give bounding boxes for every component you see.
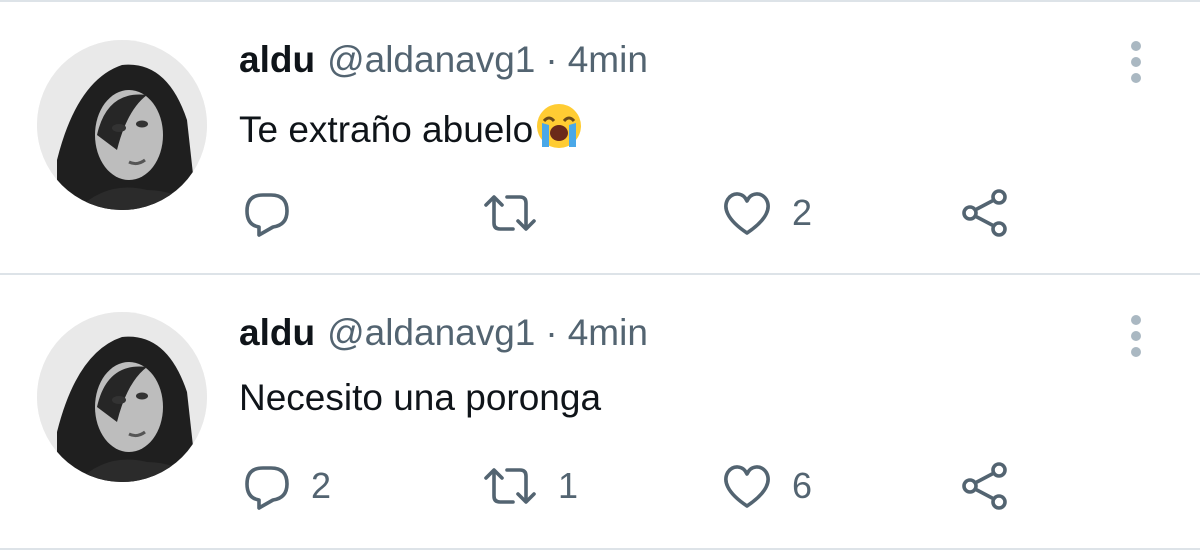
loudly-crying-face-icon (537, 104, 582, 148)
tweet-text: Te extraño abuelo (239, 101, 584, 154)
avatar-photo (37, 312, 207, 482)
like-count: 2 (792, 192, 813, 233)
separator-dot: · (545, 39, 558, 80)
more-options-button[interactable] (1122, 39, 1152, 89)
tweet-divider (0, 273, 1200, 275)
display-name[interactable]: aldu (239, 312, 315, 353)
bottom-divider (0, 548, 1200, 550)
avatar[interactable] (37, 40, 207, 210)
timestamp[interactable]: 4min (568, 312, 648, 353)
tweet-header: aldu @aldanavg1 · 4min (239, 309, 648, 357)
timestamp[interactable]: 4min (568, 39, 648, 80)
dot-icon (1131, 347, 1141, 357)
retweet-count: 1 (558, 465, 579, 506)
like-button[interactable]: 2 (722, 188, 812, 238)
reply-icon (245, 466, 289, 510)
avatar-photo (37, 40, 207, 210)
avatar[interactable] (37, 312, 207, 482)
share-icon (962, 189, 1007, 237)
like-button[interactable]: 6 (722, 461, 812, 511)
reply-count: 2 (311, 465, 332, 506)
tweet[interactable]: aldu @aldanavg1·4min Te extraño abuelo (0, 2, 1200, 274)
more-options-button[interactable] (1122, 313, 1152, 363)
user-handle[interactable]: @aldanavg1 (327, 39, 535, 80)
heart-icon (724, 465, 770, 508)
tweet-text-content: Te extraño abuelo (239, 109, 534, 150)
retweet-button[interactable] (482, 188, 558, 238)
dot-icon (1131, 57, 1141, 67)
dot-icon (1131, 41, 1141, 51)
tweet[interactable]: aldu @aldanavg1 · 4min Necesito una poronga… (0, 276, 1200, 548)
tweet-text-content: Necesito una poronga (239, 377, 602, 418)
share-button[interactable] (960, 461, 1010, 511)
dot-icon (1131, 73, 1141, 83)
reply-icon (245, 193, 289, 237)
separator-dot: · (545, 312, 558, 353)
dot-icon (1131, 331, 1141, 341)
retweet-icon (484, 468, 536, 504)
like-count: 6 (792, 465, 813, 506)
user-handle[interactable]: @aldanavg1 (327, 312, 535, 353)
reply-button[interactable]: 2 (243, 461, 331, 511)
dot-icon (1131, 315, 1141, 325)
share-icon (962, 462, 1007, 510)
display-name[interactable]: aldu (239, 39, 315, 80)
tweet-header: aldu @aldanavg1 · 4min (239, 36, 648, 84)
retweet-icon (484, 195, 536, 231)
heart-icon (724, 192, 770, 235)
share-button[interactable] (960, 188, 1010, 238)
retweet-button[interactable]: 1 (482, 461, 578, 511)
tweet-text: Necesito una poronga (239, 374, 601, 422)
reply-button[interactable] (243, 188, 311, 238)
